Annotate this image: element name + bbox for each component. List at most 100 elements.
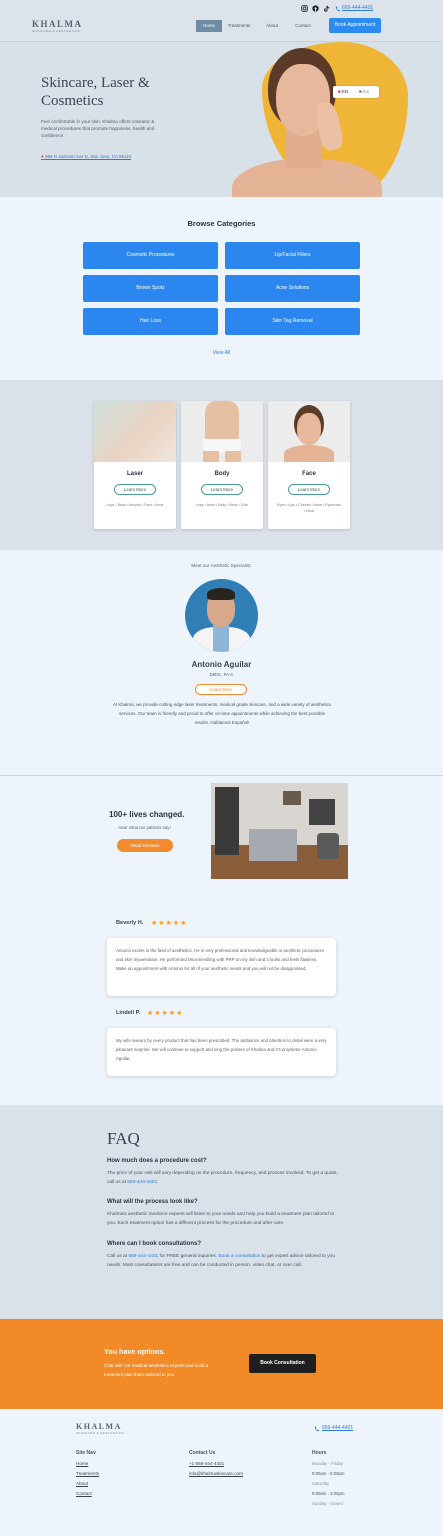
review-card: Antonio excels in the field of aesthetic…: [107, 938, 336, 996]
footer-contact-email[interactable]: info@khalmaskincare.com: [189, 1471, 243, 1476]
star-rating: ★★★★★: [147, 1010, 184, 1017]
category-lip-facial-fillers[interactable]: Lip/Facial Fillers: [225, 242, 360, 269]
hero-title: Skincare, Laser & Cosmetics: [41, 75, 150, 109]
reviewer-name: Lindell P.: [116, 1010, 141, 1016]
service-card-face[interactable]: Face Learn More Eyes • Lips • Cheeks • N…: [268, 401, 350, 529]
header-phone-link[interactable]: 669-444-4401: [342, 5, 373, 11]
learn-more-button[interactable]: Learn More: [114, 484, 156, 495]
book-appointment-button[interactable]: Book Appointment: [329, 18, 381, 33]
service-card-body[interactable]: Body Learn More Legs • Arms • Belly • Ne…: [181, 401, 263, 529]
footer-hours-title: Hours: [312, 1450, 327, 1456]
footer-link-contact[interactable]: Contact: [76, 1491, 92, 1496]
faq-title: FAQ: [107, 1129, 140, 1148]
card-title: Body: [214, 471, 230, 477]
specialist-intro: Meet our Aesthetic Specialist:: [191, 563, 252, 568]
footer-link-about[interactable]: About: [76, 1481, 88, 1486]
footer-site-nav-title: Site Nav: [76, 1450, 96, 1456]
specialist-credentials: DMSc, PA-C: [209, 672, 234, 677]
faq-answer: Khalma's aesthetic medicine experts will…: [107, 1212, 335, 1226]
lives-changed-title: 100+ lives changed.: [109, 810, 185, 819]
view-all-link[interactable]: View All: [0, 350, 443, 356]
nav-home[interactable]: Home: [196, 20, 222, 32]
hours-row: Sunday - closed: [312, 1501, 343, 1506]
mx-flag-icon: ■: [359, 89, 362, 94]
category-acne-solutions[interactable]: Acne Solutions: [225, 275, 360, 302]
hours-row: Saturday: [312, 1481, 330, 1486]
nav-about[interactable]: About: [260, 20, 284, 32]
facebook-icon[interactable]: [312, 5, 319, 12]
services-section: Laser Learn More Legs • Back • Armpits •…: [0, 380, 443, 550]
instagram-icon[interactable]: [301, 5, 308, 12]
specialist-name: Antonio Aguilar: [191, 660, 252, 669]
face-image: [268, 401, 350, 462]
specialist-avatar: [185, 579, 258, 652]
footer-logo-tagline: SKINCARE & AESTHETICS: [76, 1431, 125, 1435]
learn-more-button[interactable]: Learn More: [201, 484, 243, 495]
faq-question: How much does a procedure cost?: [107, 1158, 207, 1164]
faq-phone-link[interactable]: 669-444-4401: [128, 1254, 158, 1259]
lang-es-option[interactable]: ■ ES: [359, 86, 369, 98]
read-reviews-button[interactable]: Read Reviews: [117, 839, 173, 852]
phone-icon: [335, 6, 340, 12]
star-rating: ★★★★★: [151, 920, 188, 927]
book-consultation-link[interactable]: Book a consultation: [218, 1254, 260, 1259]
cta-section: You have options. Chat with our medical …: [0, 1319, 443, 1409]
footer-link-treatments[interactable]: Treatments: [76, 1471, 99, 1476]
footer-phone-link[interactable]: 669-444-4401: [322, 1425, 353, 1431]
review-card: My wife swears by every product that has…: [107, 1028, 336, 1076]
footer-logo[interactable]: KHALMA: [76, 1422, 122, 1431]
logo[interactable]: KHALMA: [32, 19, 83, 29]
footer-contact-phone[interactable]: +1 669-444-4401: [189, 1461, 224, 1466]
laser-image: [94, 401, 176, 462]
learn-more-button[interactable]: Learn More: [288, 484, 330, 495]
office-photo: [211, 783, 348, 879]
cta-title: You have options.: [104, 1347, 166, 1356]
language-switcher[interactable]: ■ EN ■ ES: [333, 86, 379, 98]
specialist-description: At Khalma, we provide cutting edge laser…: [112, 702, 332, 725]
footer-link-home[interactable]: Home: [76, 1461, 88, 1466]
hero-section: Skincare, Laser & Cosmetics Feel comfort…: [0, 42, 443, 197]
category-hair-loss[interactable]: Hair Loss: [83, 308, 218, 335]
faq-question: Where can I book consultations?: [107, 1241, 202, 1247]
cta-text: Chat with our medical aesthetics experts…: [104, 1363, 209, 1377]
card-title: Face: [302, 471, 316, 477]
categories-section: Browse Categories Cosmetic Procedures Li…: [0, 197, 443, 380]
categories-title: Browse Categories: [187, 219, 256, 228]
nav-contact[interactable]: Contact: [290, 20, 316, 32]
logo-tagline: SKINCARE & AESTHETICS: [32, 29, 81, 33]
hours-row: 9:00am - 3:00pm: [312, 1491, 345, 1496]
us-flag-icon: ■: [338, 89, 341, 94]
specialist-section: Meet our Aesthetic Specialist: Antonio A…: [0, 550, 443, 776]
faq-answer: Call us at 669-444-4401 for FREE general…: [107, 1254, 336, 1268]
tiktok-icon[interactable]: [323, 5, 330, 12]
card-tags: Eyes • Lips • Cheeks • Nose • Eyebrows •…: [277, 503, 341, 513]
review-text: My wife swears by every product that has…: [116, 1038, 327, 1061]
faq-phone-link[interactable]: 669-444-4401: [127, 1180, 157, 1185]
site-footer: KHALMA SKINCARE & AESTHETICS 669-444-440…: [0, 1409, 443, 1536]
specialist-learn-more-button[interactable]: Learn More: [195, 684, 247, 695]
nav-treatments[interactable]: Treatments: [224, 20, 254, 32]
phone-icon: [314, 1426, 319, 1432]
site-header: KHALMA SKINCARE & AESTHETICS 669-444-440…: [0, 0, 443, 42]
review-text: Antonio excels in the field of aesthetic…: [116, 948, 325, 971]
reviews-banner: 100+ lives changed. Hear what our patien…: [0, 777, 443, 887]
book-consultation-button[interactable]: Book Consultation: [249, 1354, 316, 1373]
footer-contact-title: Contact Us: [189, 1450, 216, 1456]
hero-address-link[interactable]: ● 985 N Jackson Ave D, San Jose, CA 9511…: [41, 154, 131, 159]
card-title: Laser: [126, 471, 143, 477]
address-text: 985 N Jackson Ave D, San Jose, CA 95116: [44, 154, 132, 159]
service-card-laser[interactable]: Laser Learn More Legs • Back • Armpits •…: [94, 401, 176, 529]
faq-question: What will the process look like?: [107, 1199, 198, 1205]
category-brown-spots[interactable]: Brown Spots: [83, 275, 218, 302]
reviewer-name: Beverly H.: [116, 920, 144, 926]
category-cosmetic-procedures[interactable]: Cosmetic Procedures: [83, 242, 218, 269]
lives-changed-subtitle: Hear what our patients say!: [118, 825, 171, 830]
lang-en-option[interactable]: ■ EN: [338, 86, 348, 98]
body-image: [181, 401, 263, 462]
category-skin-tag-removal[interactable]: Skin Tag Removal: [225, 308, 360, 335]
card-tags: Legs • Back • Armpits • Face • Arms: [106, 503, 164, 507]
card-tags: Legs • Arms • Belly • Neck • Chin: [195, 503, 249, 507]
hours-row: Monday - Friday: [312, 1461, 344, 1466]
testimonials-section: Beverly H. ★★★★★ Antonio excels in the f…: [0, 887, 443, 1105]
faq-section: FAQ How much does a procedure cost? The …: [0, 1105, 443, 1319]
